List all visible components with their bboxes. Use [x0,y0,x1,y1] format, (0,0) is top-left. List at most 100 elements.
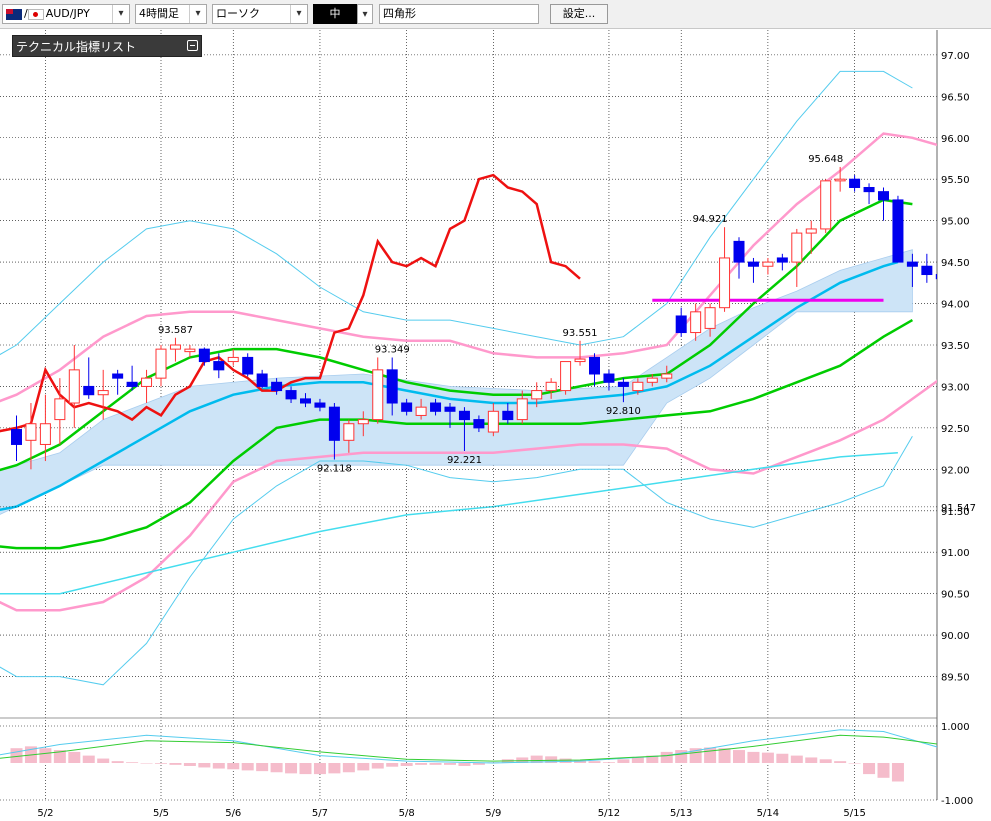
macd-histogram-bar [82,755,95,763]
candle-body [343,423,355,441]
macd-histogram-bar [97,758,110,763]
y-tick-label: 94.50 [941,258,970,269]
x-tick-label: 5/7 [312,808,328,819]
macd-histogram-bar [357,763,370,771]
x-tick-label: 5/8 [399,808,415,819]
candle-body [632,381,644,392]
x-tick-label: 5/14 [757,808,779,819]
candle-body [184,348,196,353]
candle-body [935,274,937,280]
candle-body [878,191,889,201]
candle-body [516,398,528,421]
candle-body [473,419,485,429]
macd-plot-area [0,729,937,782]
candle-body [54,398,66,421]
ichimoku-cloud [0,249,913,515]
y-tick-label: 89.50 [941,673,970,684]
macd-histogram-bar [891,763,904,782]
candle-body [430,402,442,412]
candle-body [892,199,904,263]
candle-body [126,381,138,387]
current-price-label: 91.547 [941,503,976,514]
macd-histogram-bar [198,763,211,768]
macd-histogram-bar [342,763,355,773]
macd-histogram-bar [602,762,615,763]
macd-histogram-bar [371,763,384,769]
candle-body [415,406,427,416]
macd-histogram-bar [400,763,413,766]
y-tick-label: 95.50 [941,175,970,186]
price-annotation: 92.810 [606,406,641,417]
candle-body [213,361,225,371]
candle-body [487,410,499,433]
candle-body [300,398,311,404]
macd-histogram-bar [790,755,803,763]
macd-histogram-bar [227,763,240,770]
candle-body [719,257,731,309]
macd-histogram-bar [718,748,731,763]
y-tick-label: 90.00 [941,631,970,642]
macd-histogram-bar [733,750,745,763]
candle-body [690,311,702,334]
candle-body [906,261,918,267]
macd-histogram-bar [39,748,52,763]
x-tick-label: 5/6 [225,808,241,819]
macd-histogram-bar [848,763,861,764]
x-tick-label: 5/12 [598,808,620,819]
macd-histogram-bar [747,751,760,763]
macd-histogram-bar [631,757,644,763]
x-tick-label: 5/15 [843,808,865,819]
candle-body [661,373,673,379]
x-tick-label: 5/13 [670,808,692,819]
candle-body [863,186,875,193]
macd-histogram-bar [863,763,876,775]
macd-histogram-bar [285,763,298,774]
y-tick-label: 95.00 [941,217,970,228]
candle-body [589,356,600,375]
macd-histogram-bar [776,753,789,763]
macd-histogram-bar [660,751,673,763]
candle-body [11,429,22,445]
candle-body [25,423,37,441]
candle-body [68,369,80,404]
technical-indicator-list-panel[interactable]: テクニカル指標リスト [12,35,202,57]
y-tick-label: 97.00 [941,51,970,62]
candle-body [39,423,51,445]
price-annotation: 93.587 [158,325,193,336]
price-annotation: 94.921 [693,214,728,225]
macd-histogram-bar [256,763,269,772]
candle-body [444,406,456,412]
price-annotation: 93.551 [563,328,598,339]
macd-histogram-bar [834,761,847,763]
long-moving-average [0,451,898,595]
candle-body [762,261,774,267]
price-chart[interactable]: 97.00 96.50 96.00 95.50 95.00 94.50 94.00 93.50… [0,0,991,821]
y-tick-label: 93.00 [941,382,970,393]
macd-histogram-bar [140,763,153,764]
candle-body [112,373,124,379]
x-tick-label: 5/2 [37,808,53,819]
macd-histogram-bar [617,759,630,763]
price-annotation: 93.349 [375,345,410,356]
candle-body [704,307,716,329]
macd-histogram-bar [155,763,167,764]
y-tick-label: 96.00 [941,134,970,145]
y-tick-label: 90.50 [941,590,970,601]
candle-body [776,257,788,263]
macd-histogram-bar [111,761,124,763]
y-tick-label: 96.50 [941,92,970,103]
macd-histogram-bar [458,763,471,766]
candle-body [805,228,817,234]
price-plot-area [0,70,937,686]
candle-body [646,377,658,383]
macd-y-tick-label: 1.000 [941,722,970,733]
candle-body [155,348,167,379]
macd-histogram-bar [169,763,182,765]
minimize-icon[interactable] [187,40,198,51]
bollinger-outer-lower [0,435,913,686]
y-tick-label: 91.00 [941,548,970,559]
x-tick-label: 5/9 [485,808,501,819]
macd-histogram-bar [212,763,225,769]
bollinger-upper [0,132,937,403]
macd-histogram-bar [270,763,283,773]
